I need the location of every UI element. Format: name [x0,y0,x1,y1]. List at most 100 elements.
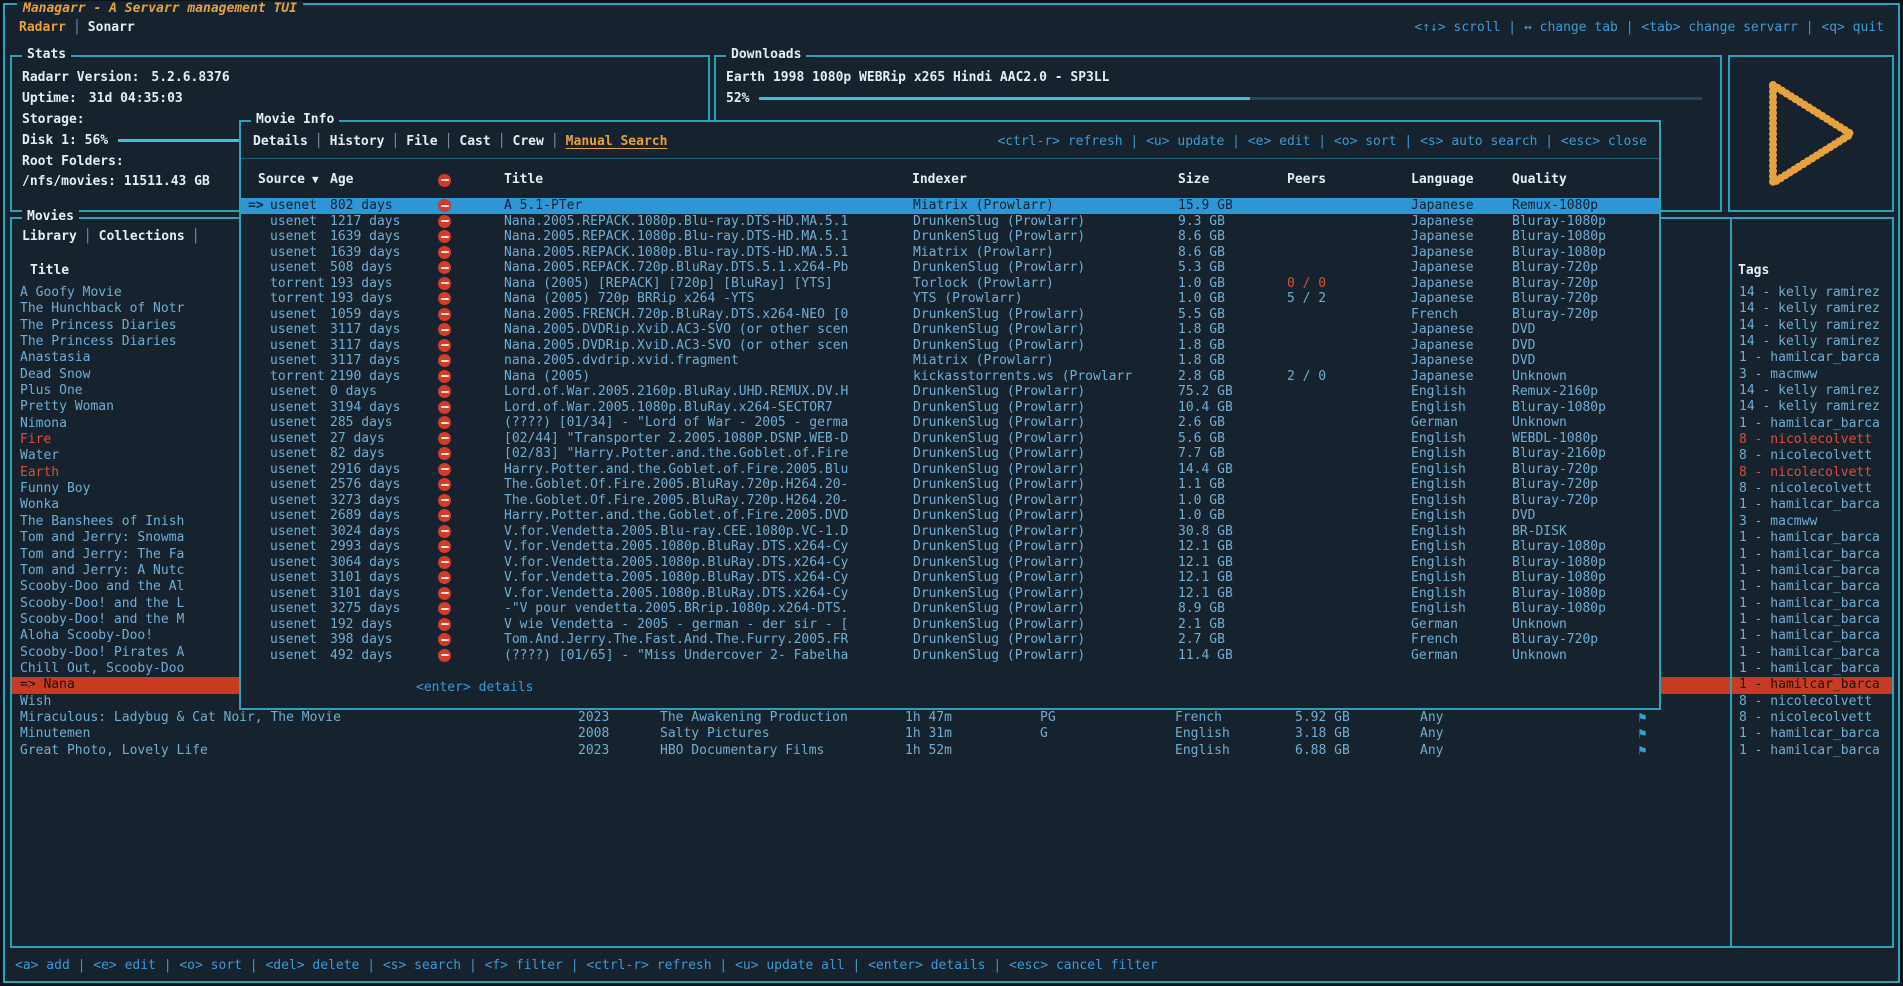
rejected-icon [438,260,451,276]
movie-certification: G [1040,726,1048,742]
search-result-row[interactable]: usenet 3117 days Nana.2005.DVDRip.XviD.A… [241,322,1659,338]
column-quality[interactable]: Quality [1512,172,1567,188]
release-language: Japanese [1411,369,1474,385]
search-result-row[interactable]: usenet 3117 days nana.2005.dvdrip.xvid.f… [241,353,1659,369]
search-result-row[interactable]: usenet 0 days Lord.of.War.2005.2160p.Blu… [241,384,1659,400]
tab-manual-search[interactable]: Manual Search [566,134,668,149]
release-age: 1639 days [330,229,400,245]
tab-history[interactable]: History [330,134,385,149]
search-result-row[interactable]: usenet 3101 days V.for.Vendetta.2005.108… [241,586,1659,602]
movie-row[interactable]: Minutemen 2008 Salty Pictures 1h 31m G E… [12,726,1892,742]
search-result-row[interactable]: usenet 2993 days V.for.Vendetta.2005.108… [241,539,1659,555]
release-title: Lord.of.War.2005.1080p.BluRay.x264-SECTO… [504,400,906,416]
column-size[interactable]: Size [1178,172,1209,188]
movie-tag: 3 - macmww [1739,514,1891,530]
release-size: 5.3 GB [1178,260,1225,276]
search-result-row[interactable]: usenet 492 days (????) [01/65] - "Miss U… [241,648,1659,664]
release-language: English [1411,570,1466,586]
rejected-icon [438,245,451,261]
release-age: 3273 days [330,493,400,509]
column-rejected[interactable] [438,172,451,188]
tab-crew[interactable]: Crew [513,134,544,149]
movies-panel-title: Movies [22,209,79,224]
column-language[interactable]: Language [1411,172,1474,188]
sort-desc-icon: ▼ [312,173,319,186]
movie-tag: 1 - hamilcar_barca [1739,596,1891,612]
movie-tag: 1 - hamilcar_barca [1739,677,1891,693]
search-result-row[interactable]: torrent 193 days Nana (2005) 720p BRRip … [241,291,1659,307]
search-result-row[interactable]: usenet 82 days [02/83] "Harry.Potter.and… [241,446,1659,462]
search-result-row[interactable]: usenet 3194 days Lord.of.War.2005.1080p.… [241,400,1659,416]
release-source: usenet [270,322,317,338]
tab-collections[interactable]: Collections [99,229,185,244]
search-result-row[interactable]: => usenet 802 days A 5.1-PTer Miatrix (P… [241,198,1659,214]
search-result-row[interactable]: usenet 3024 days V.for.Vendetta.2005.Blu… [241,524,1659,540]
search-result-row[interactable]: usenet 3273 days The.Goblet.Of.Fire.2005… [241,493,1659,509]
download-progress-row: 52% [716,88,1720,109]
search-result-row[interactable]: usenet 3275 days -"V pour vendetta.2005.… [241,601,1659,617]
search-result-row[interactable]: usenet 1639 days Nana.2005.REPACK.1080p.… [241,229,1659,245]
release-indexer: DrunkenSlug (Prowlarr) [913,214,1171,230]
movie-row[interactable]: Miraculous: Ladybug & Cat Noir, The Movi… [12,710,1892,726]
release-age: 492 days [330,648,393,664]
search-result-row[interactable]: usenet 1059 days Nana.2005.FRENCH.720p.B… [241,307,1659,323]
search-result-row[interactable]: torrent 193 days Nana (2005) [REPACK] [7… [241,276,1659,292]
release-peers: 0 / 0 [1287,276,1326,292]
radarr-version-row: Radarr Version: 5.2.6.8376 [12,67,708,88]
movie-size: 6.88 GB [1295,743,1350,759]
tab-file[interactable]: File [406,134,437,149]
column-indexer[interactable]: Indexer [912,172,967,188]
release-quality: Remux-1080p [1512,198,1598,214]
search-result-row[interactable]: usenet 285 days (????) [01/34] - "Lord o… [241,415,1659,431]
no-entry-icon [438,540,451,553]
search-result-row[interactable]: usenet 3117 days Nana.2005.DVDRip.XviD.A… [241,338,1659,354]
tab-cast[interactable]: Cast [459,134,490,149]
tab-sonarr[interactable]: Sonarr [88,20,135,35]
release-size: 1.8 GB [1178,338,1225,354]
search-result-row[interactable]: usenet 2689 days Harry.Potter.and.the.Go… [241,508,1659,524]
movies-tabs: Library Collections [22,229,207,244]
release-age: 2993 days [330,539,400,555]
release-indexer: DrunkenSlug (Prowlarr) [913,431,1171,447]
search-result-row[interactable]: usenet 3101 days V.for.Vendetta.2005.108… [241,570,1659,586]
movie-row[interactable]: Great Photo, Lovely Life 2023 HBO Docume… [12,743,1892,759]
search-result-row[interactable]: usenet 192 days V wie Vendetta - 2005 - … [241,617,1659,633]
storage-label: Storage: [22,112,85,127]
search-result-row[interactable]: usenet 27 days [02/44] "Transporter 2.20… [241,431,1659,447]
movie-tag: 8 - nicolecolvett [1739,448,1891,464]
no-entry-icon [438,323,451,336]
monitored-flag-icon: ⚑ [1637,710,1648,726]
search-result-row[interactable]: usenet 3064 days V.for.Vendetta.2005.108… [241,555,1659,571]
search-result-row[interactable]: usenet 2576 days The.Goblet.Of.Fire.2005… [241,477,1659,493]
release-indexer: DrunkenSlug (Prowlarr) [913,617,1171,633]
rejected-icon [438,462,451,478]
column-age[interactable]: Age [330,172,353,188]
movie-size: 3.18 GB [1295,726,1350,742]
column-source[interactable]: Source▼ [258,172,319,188]
rejected-icon [438,648,451,664]
search-result-row[interactable]: usenet 1639 days Nana.2005.REPACK.1080p.… [241,245,1659,261]
column-peers[interactable]: Peers [1287,172,1326,188]
tab-radarr[interactable]: Radarr [19,20,66,35]
release-source: usenet [270,245,317,261]
release-size: 1.0 GB [1178,508,1225,524]
release-indexer: kickasstorrents.ws (Prowlarr [913,369,1171,385]
release-source: usenet [270,586,317,602]
search-result-row[interactable]: usenet 508 days Nana.2005.REPACK.720p.Bl… [241,260,1659,276]
no-entry-icon [438,230,451,243]
search-result-row[interactable]: usenet 1217 days Nana.2005.REPACK.1080p.… [241,214,1659,230]
search-result-row[interactable]: usenet 2916 days Harry.Potter.and.the.Go… [241,462,1659,478]
tab-library[interactable]: Library [22,229,77,244]
rejected-icon [438,276,451,292]
release-age: 27 days [330,431,385,447]
search-result-row[interactable]: torrent 2190 days Nana (2005) kickasstor… [241,369,1659,385]
tab-separator [308,134,330,149]
search-result-row[interactable]: usenet 398 days Tom.And.Jerry.The.Fast.A… [241,632,1659,648]
tab-details[interactable]: Details [253,134,308,149]
movie-year: 2008 [578,726,609,742]
rejected-icon [438,384,451,400]
rejected-icon [438,570,451,586]
release-quality: Bluray-1080p [1512,214,1606,230]
column-release-title[interactable]: Title [504,172,543,188]
release-language: Japanese [1411,198,1474,214]
